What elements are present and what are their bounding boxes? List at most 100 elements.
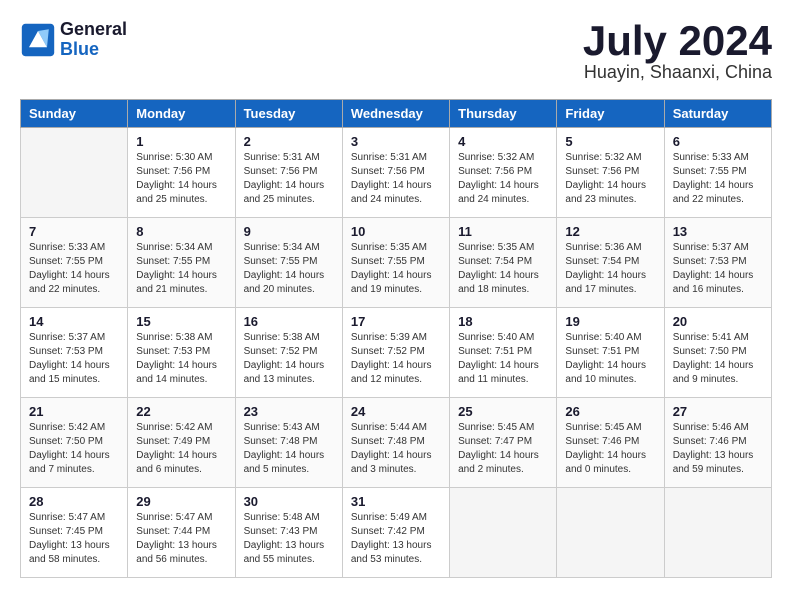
- logo-blue-text: Blue: [60, 40, 127, 60]
- table-row: 4 Sunrise: 5:32 AM Sunset: 7:56 PM Daylig…: [450, 128, 557, 218]
- header-friday: Friday: [557, 100, 664, 128]
- day-info: Sunrise: 5:45 AM Sunset: 7:46 PM Dayligh…: [565, 421, 655, 477]
- table-row: [450, 488, 557, 578]
- table-row: 5 Sunrise: 5:32 AM Sunset: 7:56 PM Daylig…: [557, 128, 664, 218]
- calendar-week-row: 1Sunrise: 5:30 AM Sunset: 7:56 PM Daylig…: [21, 128, 772, 218]
- table-row: 25 Sunrise: 5:45 AM Sunset: 7:47 PM Dayli…: [450, 398, 557, 488]
- day-number: 7: [29, 224, 119, 239]
- day-info: Sunrise: 5:32 AM Sunset: 7:56 PM Dayligh…: [565, 151, 655, 207]
- table-row: 16Sunrise: 5:38 AM Sunset: 7:52 PM Dayli…: [235, 308, 342, 398]
- day-number: 28: [29, 494, 119, 509]
- day-info: Sunrise: 5:33 AM Sunset: 7:55 PM Dayligh…: [29, 241, 119, 297]
- day-info: Sunrise: 5:47 AM Sunset: 7:45 PM Dayligh…: [29, 511, 119, 567]
- day-number: 20: [673, 314, 763, 329]
- calendar-header-row: Sunday Monday Tuesday Wednesday Thursday…: [21, 100, 772, 128]
- table-row: 17Sunrise: 5:39 AM Sunset: 7:52 PM Dayli…: [342, 308, 449, 398]
- day-info: Sunrise: 5:37 AM Sunset: 7:53 PM Dayligh…: [29, 331, 119, 387]
- day-info: Sunrise: 5:32 AM Sunset: 7:56 PM Dayligh…: [458, 151, 548, 207]
- day-number: 5: [565, 134, 655, 149]
- logo: General Blue: [20, 20, 127, 60]
- day-number: 24: [351, 404, 441, 419]
- day-info: Sunrise: 5:40 AM Sunset: 7:51 PM Dayligh…: [565, 331, 655, 387]
- day-info: Sunrise: 5:49 AM Sunset: 7:42 PM Dayligh…: [351, 511, 441, 567]
- day-info: Sunrise: 5:38 AM Sunset: 7:53 PM Dayligh…: [136, 331, 226, 387]
- day-info: Sunrise: 5:41 AM Sunset: 7:50 PM Dayligh…: [673, 331, 763, 387]
- table-row: [21, 128, 128, 218]
- day-info: Sunrise: 5:40 AM Sunset: 7:51 PM Dayligh…: [458, 331, 548, 387]
- table-row: 30 Sunrise: 5:48 AM Sunset: 7:43 PM Dayli…: [235, 488, 342, 578]
- table-row: 28 Sunrise: 5:47 AM Sunset: 7:45 PM Dayli…: [21, 488, 128, 578]
- table-row: 7 Sunrise: 5:33 AM Sunset: 7:55 PM Daylig…: [21, 218, 128, 308]
- table-row: 10 Sunrise: 5:35 AM Sunset: 7:55 PM Dayli…: [342, 218, 449, 308]
- day-number: 14: [29, 314, 119, 329]
- table-row: 12 Sunrise: 5:36 AM Sunset: 7:54 PM Dayli…: [557, 218, 664, 308]
- day-info: Sunrise: 5:45 AM Sunset: 7:47 PM Dayligh…: [458, 421, 548, 477]
- day-info: Sunrise: 5:42 AM Sunset: 7:50 PM Dayligh…: [29, 421, 119, 477]
- day-number: 8: [136, 224, 226, 239]
- table-row: 31Sunrise: 5:49 AM Sunset: 7:42 PM Dayli…: [342, 488, 449, 578]
- logo-general-text: General: [60, 20, 127, 40]
- day-info: Sunrise: 5:38 AM Sunset: 7:52 PM Dayligh…: [244, 331, 334, 387]
- day-number: 13: [673, 224, 763, 239]
- day-info: Sunrise: 5:48 AM Sunset: 7:43 PM Dayligh…: [244, 511, 334, 567]
- day-info: Sunrise: 5:34 AM Sunset: 7:55 PM Dayligh…: [136, 241, 226, 297]
- day-number: 2: [244, 134, 334, 149]
- header-thursday: Thursday: [450, 100, 557, 128]
- day-number: 25: [458, 404, 548, 419]
- table-row: 3Sunrise: 5:31 AM Sunset: 7:56 PM Daylig…: [342, 128, 449, 218]
- day-info: Sunrise: 5:46 AM Sunset: 7:46 PM Dayligh…: [673, 421, 763, 477]
- day-info: Sunrise: 5:34 AM Sunset: 7:55 PM Dayligh…: [244, 241, 334, 297]
- header-monday: Monday: [128, 100, 235, 128]
- header-saturday: Saturday: [664, 100, 771, 128]
- calendar-week-row: 28 Sunrise: 5:47 AM Sunset: 7:45 PM Dayli…: [21, 488, 772, 578]
- table-row: 21Sunrise: 5:42 AM Sunset: 7:50 PM Dayli…: [21, 398, 128, 488]
- day-number: 19: [565, 314, 655, 329]
- day-info: Sunrise: 5:36 AM Sunset: 7:54 PM Dayligh…: [565, 241, 655, 297]
- logo-icon: [20, 22, 56, 58]
- table-row: 26Sunrise: 5:45 AM Sunset: 7:46 PM Dayli…: [557, 398, 664, 488]
- table-row: 24 Sunrise: 5:44 AM Sunset: 7:48 PM Dayli…: [342, 398, 449, 488]
- day-number: 30: [244, 494, 334, 509]
- day-number: 23: [244, 404, 334, 419]
- day-number: 12: [565, 224, 655, 239]
- table-row: 9Sunrise: 5:34 AM Sunset: 7:55 PM Daylig…: [235, 218, 342, 308]
- table-row: 6 Sunrise: 5:33 AM Sunset: 7:55 PM Daylig…: [664, 128, 771, 218]
- day-info: Sunrise: 5:33 AM Sunset: 7:55 PM Dayligh…: [673, 151, 763, 207]
- header-tuesday: Tuesday: [235, 100, 342, 128]
- table-row: 1Sunrise: 5:30 AM Sunset: 7:56 PM Daylig…: [128, 128, 235, 218]
- day-info: Sunrise: 5:37 AM Sunset: 7:53 PM Dayligh…: [673, 241, 763, 297]
- table-row: 2 Sunrise: 5:31 AM Sunset: 7:56 PM Daylig…: [235, 128, 342, 218]
- table-row: [557, 488, 664, 578]
- day-number: 27: [673, 404, 763, 419]
- calendar-week-row: 14 Sunrise: 5:37 AM Sunset: 7:53 PM Dayli…: [21, 308, 772, 398]
- day-number: 10: [351, 224, 441, 239]
- day-number: 6: [673, 134, 763, 149]
- month-title: July 2024: [583, 20, 772, 62]
- day-info: Sunrise: 5:35 AM Sunset: 7:55 PM Dayligh…: [351, 241, 441, 297]
- day-number: 3: [351, 134, 441, 149]
- day-info: Sunrise: 5:47 AM Sunset: 7:44 PM Dayligh…: [136, 511, 226, 567]
- day-number: 22: [136, 404, 226, 419]
- day-number: 4: [458, 134, 548, 149]
- table-row: 27 Sunrise: 5:46 AM Sunset: 7:46 PM Dayli…: [664, 398, 771, 488]
- table-row: 15Sunrise: 5:38 AM Sunset: 7:53 PM Dayli…: [128, 308, 235, 398]
- table-row: 29 Sunrise: 5:47 AM Sunset: 7:44 PM Dayli…: [128, 488, 235, 578]
- table-row: 14 Sunrise: 5:37 AM Sunset: 7:53 PM Dayli…: [21, 308, 128, 398]
- header-wednesday: Wednesday: [342, 100, 449, 128]
- calendar-table: Sunday Monday Tuesday Wednesday Thursday…: [20, 99, 772, 578]
- calendar-week-row: 21Sunrise: 5:42 AM Sunset: 7:50 PM Dayli…: [21, 398, 772, 488]
- table-row: 20 Sunrise: 5:41 AM Sunset: 7:50 PM Dayli…: [664, 308, 771, 398]
- table-row: 18 Sunrise: 5:40 AM Sunset: 7:51 PM Dayli…: [450, 308, 557, 398]
- table-row: 22 Sunrise: 5:42 AM Sunset: 7:49 PM Dayli…: [128, 398, 235, 488]
- day-number: 11: [458, 224, 548, 239]
- day-number: 18: [458, 314, 548, 329]
- day-info: Sunrise: 5:44 AM Sunset: 7:48 PM Dayligh…: [351, 421, 441, 477]
- day-info: Sunrise: 5:31 AM Sunset: 7:56 PM Dayligh…: [244, 151, 334, 207]
- day-info: Sunrise: 5:42 AM Sunset: 7:49 PM Dayligh…: [136, 421, 226, 477]
- day-number: 29: [136, 494, 226, 509]
- table-row: 23Sunrise: 5:43 AM Sunset: 7:48 PM Dayli…: [235, 398, 342, 488]
- table-row: 11Sunrise: 5:35 AM Sunset: 7:54 PM Dayli…: [450, 218, 557, 308]
- location-title: Huayin, Shaanxi, China: [583, 62, 772, 83]
- calendar-week-row: 7 Sunrise: 5:33 AM Sunset: 7:55 PM Daylig…: [21, 218, 772, 308]
- day-number: 17: [351, 314, 441, 329]
